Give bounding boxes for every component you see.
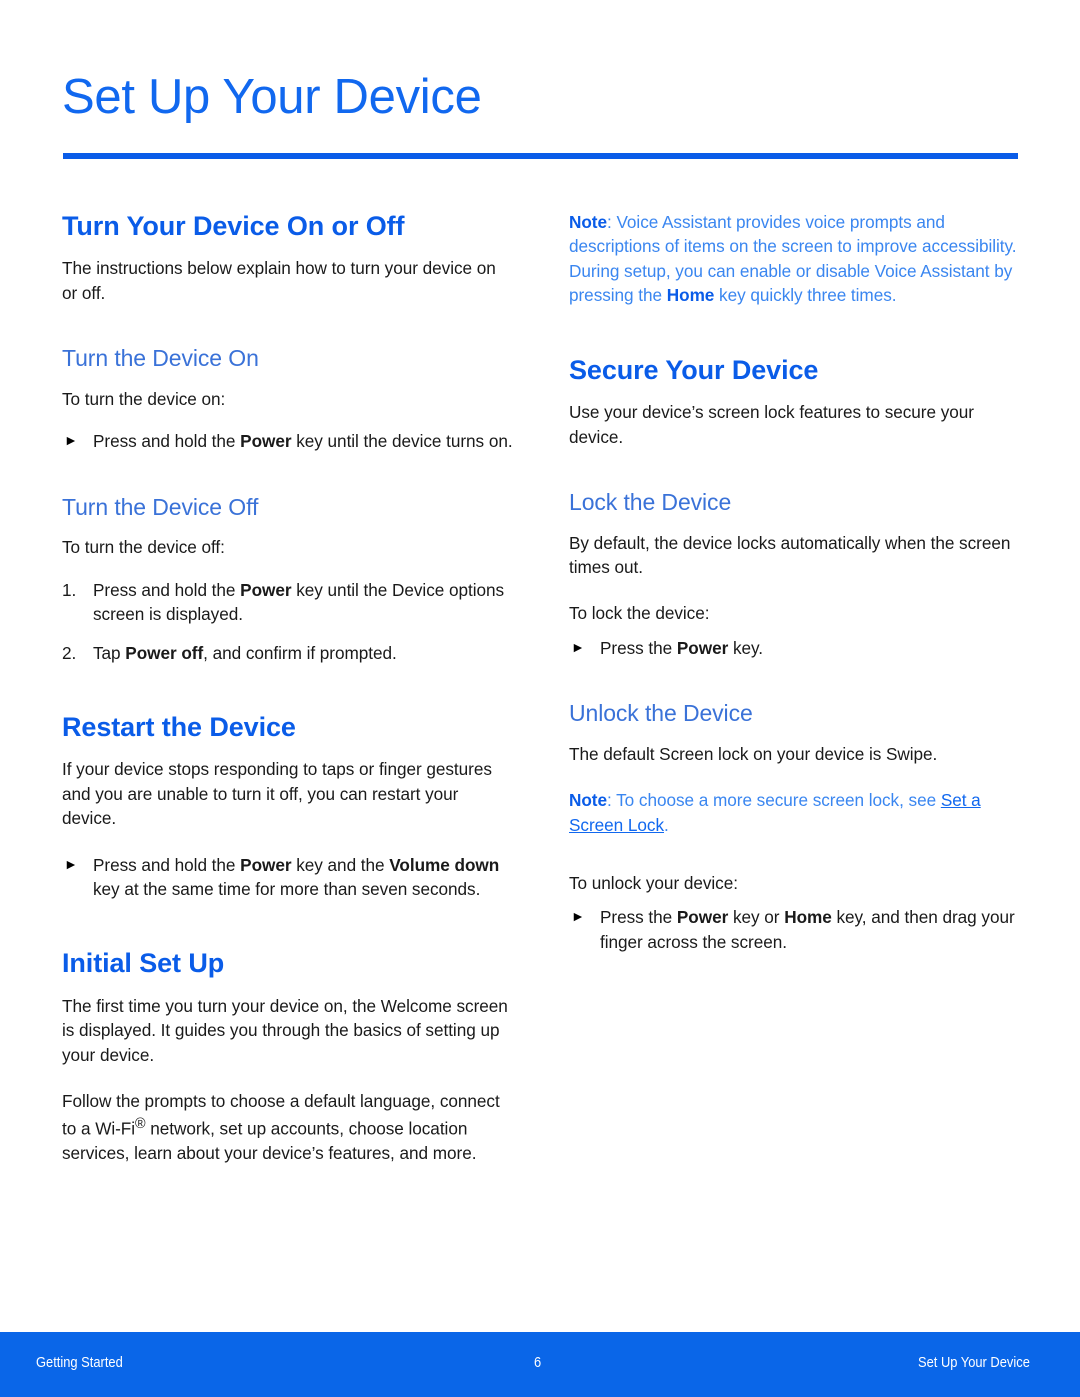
step-text-before: Tap <box>93 642 126 663</box>
bullet-text-after: key at the same time for more than seven… <box>93 879 481 900</box>
bullet-text-before: Press and hold the <box>93 854 241 875</box>
bullet-text-after: key. <box>728 637 764 658</box>
footer-chapter-label: Getting Started <box>36 1354 123 1371</box>
section-heading-turn-device-on-or-off: Turn Your Device On or Off <box>62 211 405 241</box>
bullet-text-before: Press and hold the <box>93 431 241 452</box>
intro-paragraph-restart: If your device stops responding to taps … <box>62 759 492 829</box>
triangle-right-icon: ► <box>64 855 78 872</box>
subheading-turn-the-device-off: Turn the Device Off <box>62 493 259 520</box>
intro-paragraph-turn-device: The instructions below explain how to tu… <box>62 258 496 303</box>
bullet-bold-power: Power <box>240 431 292 452</box>
numbered-list-turn-device-off: 1. Press and hold the Power key until th… <box>62 578 514 665</box>
document-page: Set Up Your Device Turn Your Device On o… <box>0 0 1080 1397</box>
note-bold-home: Home <box>666 285 715 306</box>
lead-unlock-device: To unlock your device: <box>569 873 738 894</box>
list-item: ► Press the Power key. <box>569 636 1021 660</box>
note-text-after: key quickly three times. <box>714 285 897 306</box>
footer-inner: Getting Started 6 Set Up Your Device <box>0 1332 1080 1397</box>
step-text-before: Press and hold the <box>93 579 241 600</box>
bullet-list-restart: ► Press and hold the Power key and the V… <box>62 853 514 902</box>
bullet-list-unlock-device: ► Press the Power key or Home key, and t… <box>569 905 1021 954</box>
bullet-bold-volume-down: Volume down <box>389 854 500 875</box>
lead-turn-device-off: To turn the device off: <box>62 537 225 558</box>
paragraph-unlock-device: The default Screen lock on your device i… <box>569 743 938 764</box>
note-label: Note <box>569 790 607 811</box>
step-bold-power-off: Power off <box>125 642 204 663</box>
bullet-bold-power: Power <box>240 854 292 875</box>
left-column: Turn Your Device On or Off The instructi… <box>62 210 514 1165</box>
triangle-right-icon: ► <box>64 432 78 449</box>
note-screen-lock: Note: To choose a more secure screen loc… <box>569 788 1021 837</box>
page-footer: Getting Started 6 Set Up Your Device <box>0 1332 1080 1397</box>
bullet-bold-home: Home <box>784 907 832 928</box>
step-number: 1. <box>62 579 77 600</box>
subheading-lock-the-device: Lock the Device <box>569 488 732 515</box>
list-item: ► Press and hold the Power key until the… <box>62 429 514 453</box>
bullet-bold-power: Power <box>676 907 729 928</box>
paragraph-initial-setup-1: The first time you turn your device on, … <box>62 995 508 1065</box>
lead-turn-device-on: To turn the device on: <box>62 388 226 409</box>
note-voice-assistant: Note: Voice Assistant provides voice pro… <box>569 210 1021 308</box>
subheading-unlock-the-device: Unlock the Device <box>569 700 753 727</box>
step-bold-power: Power <box>240 579 292 600</box>
list-item: 1. Press and hold the Power key until th… <box>62 578 514 627</box>
registered-trademark-icon: ® <box>135 1115 146 1132</box>
note-label: Note <box>569 212 607 232</box>
page-title: Set Up Your Device <box>62 70 482 124</box>
bullet-text-before: Press the <box>600 637 677 658</box>
paragraph-lock-device: By default, the device locks automatical… <box>569 532 1011 577</box>
bullet-bold-power: Power <box>676 637 729 658</box>
bullet-list-lock-device: ► Press the Power key. <box>569 636 1021 660</box>
bullet-text-middle: key or <box>728 907 785 928</box>
list-item: ► Press and hold the Power key and the V… <box>62 853 514 902</box>
lead-lock-device: To lock the device: <box>569 603 710 624</box>
footer-section-label: Set Up Your Device <box>918 1354 1030 1371</box>
intro-paragraph-secure: Use your device’s screen lock features t… <box>569 402 974 447</box>
paragraph-initial-setup-2: Follow the prompts to choose a default l… <box>62 1089 514 1165</box>
bullet-text-before: Press the <box>600 907 677 928</box>
right-column: Note: Voice Assistant provides voice pro… <box>569 210 1021 954</box>
section-heading-initial-set-up: Initial Set Up <box>62 948 225 979</box>
note-text-before: : To choose a more secure screen lock, s… <box>607 790 941 811</box>
title-divider <box>63 153 1018 159</box>
bullet-text-after: key until the device turns on. <box>291 431 513 452</box>
bullet-text-middle: key and the <box>291 854 390 875</box>
section-heading-restart-the-device: Restart the Device <box>62 711 296 742</box>
section-heading-secure-your-device: Secure Your Device <box>569 354 819 385</box>
note-text-after: . <box>664 814 669 835</box>
triangle-right-icon: ► <box>571 908 585 925</box>
step-number: 2. <box>62 642 77 663</box>
list-item: 2. Tap Power off, and confirm if prompte… <box>62 641 514 665</box>
list-item: ► Press the Power key or Home key, and t… <box>569 905 1021 954</box>
subheading-turn-the-device-on: Turn the Device On <box>62 345 259 372</box>
footer-page-number: 6 <box>534 1354 542 1371</box>
bullet-list-turn-device-on: ► Press and hold the Power key until the… <box>62 429 514 453</box>
triangle-right-icon: ► <box>571 638 585 655</box>
step-text-after: , and confirm if prompted. <box>203 642 397 663</box>
